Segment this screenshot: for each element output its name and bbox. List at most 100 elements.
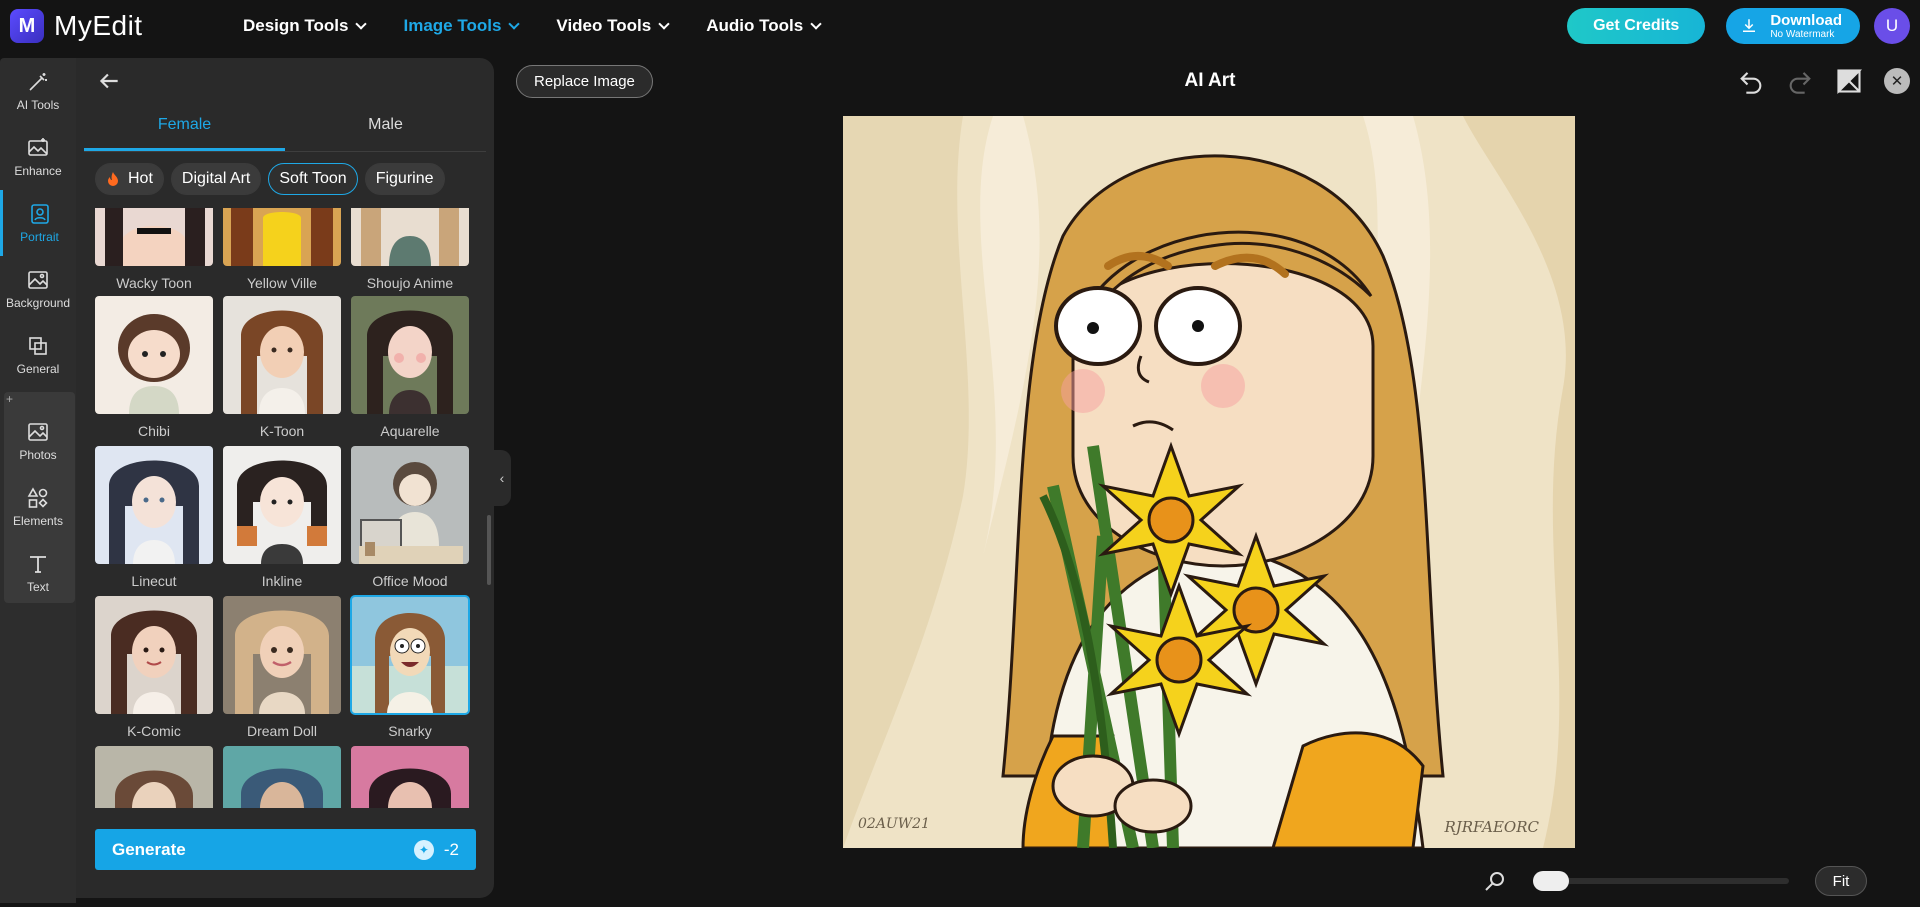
style-label: K-Comic (127, 723, 181, 739)
chip-figurine[interactable]: Figurine (364, 163, 445, 195)
zoom-slider-track[interactable] (1535, 878, 1789, 884)
chip-hot[interactable]: Hot (95, 163, 164, 195)
rail-item-text[interactable]: Text (0, 540, 76, 606)
rail-label: Enhance (14, 164, 62, 178)
close-button[interactable]: ✕ (1884, 68, 1910, 94)
panel-scrollbar[interactable] (487, 515, 491, 585)
style-card-inkline[interactable]: Inkline (223, 446, 341, 589)
rail-label: Background (5, 296, 71, 310)
chevron-left-icon: ‹ (499, 470, 505, 486)
style-card-snarky[interactable]: Snarky (350, 595, 470, 739)
style-card-yellow-ville[interactable]: Yellow Ville (223, 208, 341, 291)
header-actions: Get Credits Download No Watermark U (1567, 8, 1910, 44)
chevron-down-icon (508, 18, 521, 30)
rail-item-enhance[interactable]: Enhance (0, 124, 76, 190)
zoom-slider-handle[interactable] (1533, 871, 1569, 891)
style-thumbnail (223, 746, 341, 808)
rail-item-general[interactable]: General (0, 322, 76, 388)
plus-icon[interactable]: + (6, 392, 13, 406)
tab-male[interactable]: Male (285, 116, 486, 151)
generate-label: Generate (112, 839, 186, 859)
chip-digital-art[interactable]: Digital Art (170, 163, 262, 195)
general-icon (29, 337, 47, 355)
rail-item-portrait[interactable]: Portrait (0, 190, 76, 256)
style-label: K-Toon (259, 423, 305, 439)
credit-coin-icon: ✦ (413, 839, 434, 860)
download-button[interactable]: Download No Watermark (1726, 8, 1860, 44)
chip-soft-toon[interactable]: Soft Toon (268, 163, 358, 195)
style-card-linecut[interactable]: Linecut (95, 446, 213, 589)
flame-icon (108, 172, 118, 186)
page-title: AI Art (1184, 70, 1236, 91)
replace-image-button[interactable]: Replace Image (516, 65, 653, 98)
ai-art-illustration (843, 116, 1575, 848)
tab-female[interactable]: Female (84, 116, 285, 151)
redo-icon[interactable] (1786, 67, 1814, 95)
nav-image-tools[interactable]: Image Tools (403, 16, 521, 36)
style-card-chibi[interactable]: Chibi (95, 296, 213, 439)
style-thumbnail (351, 746, 469, 808)
compare-icon[interactable] (1835, 67, 1863, 95)
style-card-dream-doll[interactable]: Dream Doll (223, 596, 341, 739)
chip-label: Hot (128, 170, 153, 187)
nav-audio-tools[interactable]: Audio Tools (706, 16, 822, 36)
generate-button[interactable]: Generate ✦ -2 (95, 829, 476, 870)
style-label: Yellow Ville (246, 275, 318, 291)
zoom-search-icon[interactable] (1483, 869, 1507, 893)
nav-label: Design Tools (243, 16, 349, 35)
nav-design-tools[interactable]: Design Tools (243, 16, 368, 36)
enhance-icon (28, 138, 48, 156)
rail-item-elements[interactable]: Elements (0, 474, 76, 540)
chevron-down-icon (810, 18, 822, 30)
get-credits-button[interactable]: Get Credits (1567, 8, 1706, 44)
portrait-icon (30, 204, 49, 224)
style-thumbnail (223, 208, 341, 266)
style-card[interactable] (223, 746, 341, 808)
rail-item-ai-tools[interactable]: AI Tools (0, 58, 76, 124)
back-arrow-icon[interactable] (96, 68, 122, 94)
top-bar: M MyEdit Design Tools Image Tools Video … (0, 0, 1920, 52)
rail-item-photos[interactable]: Photos (0, 408, 76, 474)
logo-mark-icon: M (10, 9, 44, 43)
style-label: Aquarelle (380, 423, 440, 439)
background-icon (28, 271, 48, 289)
style-label: Dream Doll (246, 723, 317, 739)
style-card-aquarelle[interactable]: Aquarelle (351, 296, 469, 439)
style-card-office-mood[interactable]: Office Mood (351, 446, 469, 589)
style-thumbnail (223, 596, 341, 714)
style-thumbnail (223, 296, 341, 414)
style-thumbnail (95, 746, 213, 808)
signature-right: RJRFAEORC (1444, 818, 1539, 836)
rail-label: Elements (12, 514, 64, 528)
user-avatar[interactable]: U (1874, 8, 1910, 44)
style-card-k-toon[interactable]: K-Toon (223, 296, 341, 439)
style-thumbnail (351, 208, 469, 266)
collapse-panel-button[interactable]: ‹ (493, 450, 511, 506)
chevron-down-icon (658, 18, 670, 30)
style-card-wacky-toon[interactable]: Wacky Toon (95, 208, 213, 291)
style-card[interactable] (351, 746, 469, 808)
rail-item-background[interactable]: Background (0, 256, 76, 322)
style-thumbnail-selected (350, 595, 470, 715)
style-card-shoujo-anime[interactable]: Shoujo Anime (351, 208, 469, 291)
style-card[interactable] (95, 746, 213, 808)
tool-rail: + AI Tools Enhance Portrait Background G… (0, 58, 76, 903)
download-sublabel: No Watermark (1770, 28, 1835, 40)
brand-logo[interactable]: M MyEdit (10, 9, 210, 43)
gender-tabs: Female Male (84, 116, 486, 152)
style-thumbnail (95, 446, 213, 564)
nav-label: Image Tools (403, 16, 502, 35)
photos-icon (28, 423, 48, 441)
category-chips: Hot Digital Art Soft Toon Figurine (95, 163, 452, 195)
close-icon: ✕ (1890, 73, 1904, 90)
style-thumbnail (351, 446, 469, 564)
nav-label: Video Tools (556, 16, 652, 35)
undo-icon[interactable] (1737, 67, 1765, 95)
fit-button[interactable]: Fit (1815, 866, 1867, 896)
nav-video-tools[interactable]: Video Tools (556, 16, 670, 36)
style-thumbnail (351, 296, 469, 414)
style-card-k-comic[interactable]: K-Comic (95, 596, 213, 739)
style-thumbnail (223, 446, 341, 564)
download-text: Download No Watermark (1770, 13, 1842, 40)
style-label: Snarky (388, 723, 432, 739)
